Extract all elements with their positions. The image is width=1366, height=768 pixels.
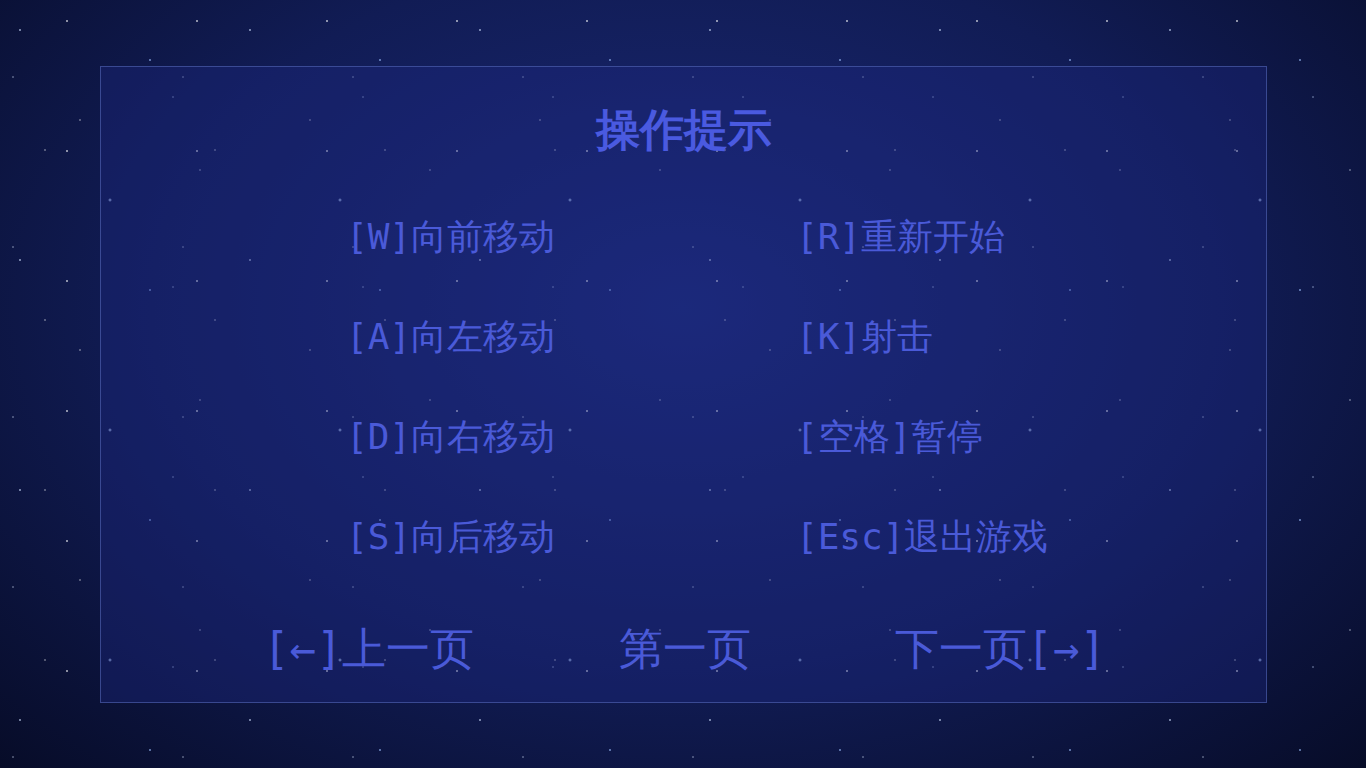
help-panel: 操作提示 [W]向前移动[R]重新开始[A]向左移动[K]射击[D]向右移动[空格… — [100, 66, 1267, 703]
panel-title: 操作提示 — [101, 103, 1266, 156]
control-hint: [D]向右移动 — [346, 387, 796, 487]
control-hint: [Esc]退出游戏 — [796, 487, 1246, 587]
control-hint: [R]重新开始 — [796, 187, 1246, 287]
control-hint: [A]向左移动 — [346, 287, 796, 387]
previous-page-button[interactable]: [←]上一页 — [263, 622, 474, 675]
pagination: [←]上一页 第一页 下一页[→] — [101, 622, 1266, 675]
control-hint: [S]向后移动 — [346, 487, 796, 587]
control-hint: [W]向前移动 — [346, 187, 796, 287]
next-page-button[interactable]: 下一页[→] — [895, 622, 1106, 675]
control-hint: [空格]暂停 — [796, 387, 1246, 487]
controls-grid: [W]向前移动[R]重新开始[A]向左移动[K]射击[D]向右移动[空格]暂停[… — [101, 187, 1266, 587]
current-page-label: 第一页 — [619, 622, 751, 675]
starfield-background: 操作提示 [W]向前移动[R]重新开始[A]向左移动[K]射击[D]向右移动[空格… — [0, 0, 1366, 768]
control-hint: [K]射击 — [796, 287, 1246, 387]
